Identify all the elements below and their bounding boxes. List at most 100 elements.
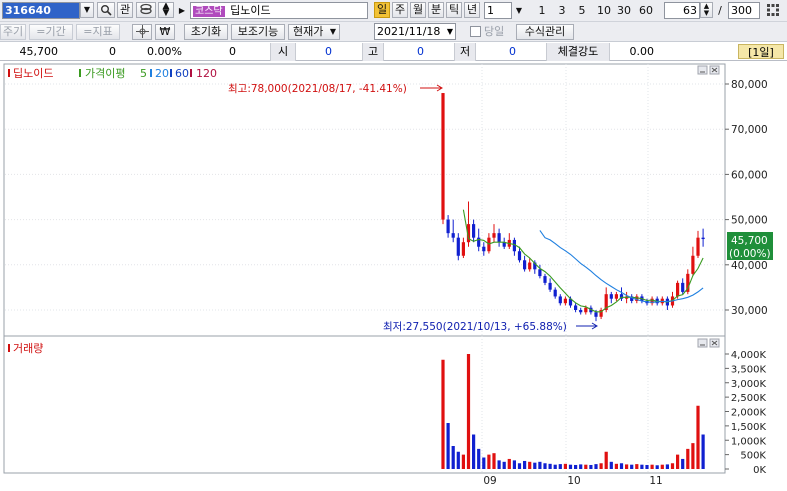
volume-bar xyxy=(625,464,629,469)
price-legend: 딥노이드 가격이평 5 20 60 120 xyxy=(8,67,217,80)
calendar-dropdown-icon: ▼ xyxy=(446,27,453,36)
candle-body xyxy=(574,305,578,310)
crosshair-icon[interactable] xyxy=(132,24,152,40)
volume-bar xyxy=(670,463,675,469)
date-picker[interactable]: 2021/11/18 ▼ xyxy=(374,23,456,40)
volume-tick-label: 1,500K xyxy=(731,422,767,433)
minute-button-60[interactable]: 60 xyxy=(636,3,656,19)
candle-body xyxy=(584,307,588,313)
volume-panel-minimize-icon[interactable] xyxy=(697,338,708,348)
candle-body xyxy=(681,282,685,292)
high-label: 고 xyxy=(362,43,384,61)
minute-button-30[interactable]: 30 xyxy=(614,3,634,19)
volume-tick-label: 3,500K xyxy=(731,364,767,375)
volume-bar xyxy=(477,448,481,469)
price-change: 0 xyxy=(109,45,116,58)
toolbar-secondary: 주기 =기간 =지표 ₩ 초기화 보조기능 현재가 ▼ 2021/11/18 ▼ 당… xyxy=(0,22,787,42)
price-tick-label: 60,000 xyxy=(731,169,768,181)
legend-ma120: 120 xyxy=(196,67,217,80)
currency-icon[interactable]: ₩ xyxy=(155,24,175,40)
period-button-0[interactable]: 일 xyxy=(374,2,390,18)
volume-bar xyxy=(451,446,455,469)
candle-body xyxy=(579,310,583,313)
minute-button-3[interactable]: 3 xyxy=(554,3,570,19)
history-dropdown-icon[interactable]: ▶ xyxy=(176,3,188,19)
candle-body xyxy=(609,294,613,299)
link-icon[interactable] xyxy=(136,2,156,18)
reset-button[interactable]: 초기화 xyxy=(184,24,228,40)
candle-body xyxy=(538,269,542,277)
high-annotation: 최고:78,000(2021/08/17, -41.41%) xyxy=(228,83,407,95)
last-change-label: (0.00%) xyxy=(729,248,771,260)
cycle-button[interactable]: 주기 xyxy=(0,24,26,40)
updown-stepper[interactable]: ▲ ▼ xyxy=(158,2,174,18)
unit-input[interactable]: 1 xyxy=(484,2,512,19)
period-button-2[interactable]: 월 xyxy=(410,2,426,18)
price-tick-label: 70,000 xyxy=(731,124,768,136)
total-input[interactable]: 300 xyxy=(728,2,760,19)
unit-dropdown-icon[interactable]: ▼ xyxy=(512,3,526,19)
high-price: 0 xyxy=(417,45,424,58)
formula-manager-button[interactable]: 수식관리 xyxy=(516,24,574,40)
same-day-checkbox[interactable] xyxy=(470,26,481,37)
price-panel-minimize-icon[interactable] xyxy=(697,65,708,75)
volume-bar xyxy=(645,464,649,469)
volume-bar xyxy=(701,434,705,469)
candle-body xyxy=(528,262,532,270)
indicator-button[interactable]: =지표 xyxy=(76,24,120,40)
period-setting-button[interactable]: =기간 xyxy=(29,24,73,40)
volume-bar xyxy=(696,405,700,469)
period-button-4[interactable]: 틱 xyxy=(446,2,462,18)
volume-bar xyxy=(558,464,562,469)
strength-value: 0.00 xyxy=(629,45,655,58)
volume-tick-label: 2,500K xyxy=(731,393,767,404)
candle-body xyxy=(492,233,496,238)
period-button-3[interactable]: 분 xyxy=(428,2,444,18)
stock-chart[interactable]: 80,000 70,000 60,000 50,000 40,000 30,000 4,0… xyxy=(0,62,787,491)
volume-tick-label: 2,000K xyxy=(731,408,767,419)
count-separator: / xyxy=(718,4,722,17)
legend-ma-label: 가격이평 xyxy=(85,67,125,80)
count-input[interactable]: 63 xyxy=(664,2,700,19)
candle-body xyxy=(691,255,695,274)
current-price-dropdown[interactable]: 현재가 ▼ xyxy=(288,24,340,40)
period-button-5[interactable]: 년 xyxy=(464,2,480,18)
legend-stock-name: 딥노이드 xyxy=(13,67,53,80)
minute-button-10[interactable]: 10 xyxy=(594,3,614,19)
price-tick-label: 30,000 xyxy=(731,305,768,317)
current-price: 45,700 xyxy=(19,45,59,58)
code-dropdown-button[interactable]: ▼ xyxy=(80,2,94,18)
price-panel-close-icon[interactable] xyxy=(709,65,720,75)
stock-name-field[interactable]: 코스닥 딥노이드 xyxy=(190,2,368,19)
volume-bar xyxy=(681,458,685,469)
volume-bar xyxy=(553,464,557,469)
stock-code-input[interactable]: 316640 xyxy=(2,2,80,19)
volume-bar xyxy=(619,463,624,469)
quote-summary-row: 45,700 0 0.00% 0 시 0 고 0 저 0 체결강도 0.00 [… xyxy=(0,43,787,61)
volume-tick-label: 0K xyxy=(753,465,766,476)
volume-bar xyxy=(482,457,486,469)
period-button-1[interactable]: 주 xyxy=(392,2,408,18)
candle-body xyxy=(594,312,598,317)
grid-settings-icon[interactable] xyxy=(764,3,782,19)
toolbar-main: 316640 ▼ 관 ▲ ▼ ▶ 코스닥 딥노이드 일주월분틱년 1 ▼ 1351… xyxy=(0,0,787,22)
volume-bar xyxy=(492,453,496,469)
low-price: 0 xyxy=(509,45,516,58)
magnifier-icon[interactable] xyxy=(97,2,115,18)
chart-area: 80,000 70,000 60,000 50,000 40,000 30,000 4,0… xyxy=(0,62,787,491)
candle-body xyxy=(558,296,562,304)
volume-bar xyxy=(446,423,450,469)
open-price: 0 xyxy=(325,45,332,58)
candle-body xyxy=(553,289,557,297)
period-indicator-badge[interactable]: [1일] xyxy=(738,44,784,59)
minute-button-5[interactable]: 5 xyxy=(574,3,590,19)
candle-body xyxy=(517,251,522,261)
minute-button-1[interactable]: 1 xyxy=(534,3,550,19)
volume-bar xyxy=(533,462,537,469)
candle-body xyxy=(441,93,445,220)
aux-function-button[interactable]: 보조기능 xyxy=(231,24,285,40)
count-stepper[interactable]: ▲ ▼ xyxy=(700,2,713,18)
volume-tick-label: 3,000K xyxy=(731,379,767,390)
favorite-button[interactable]: 관 xyxy=(117,2,133,18)
volume-panel-close-icon[interactable] xyxy=(709,338,720,348)
